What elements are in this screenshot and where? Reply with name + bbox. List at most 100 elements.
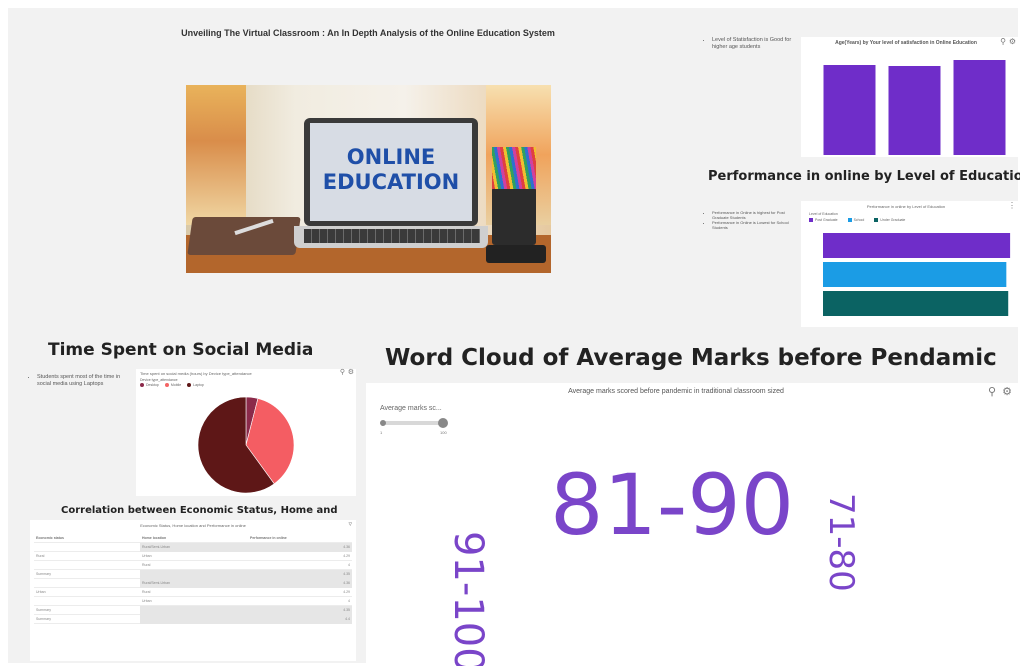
social-chart-title: Time spent on social media (hours) by De… [140, 371, 252, 376]
home-location-cell: Rural [142, 563, 151, 567]
social-legend: Desktop Mobile Laptop [140, 383, 204, 387]
performance-chart-panel: Performance in online by Level of Educat… [801, 201, 1018, 327]
performance-cell: 4.29 [343, 590, 350, 594]
satisfaction-chart-title: Age(Years) by Your level of satisfaction… [835, 40, 977, 46]
legend-item-desktop: Desktop [140, 383, 159, 387]
column-header: Performance in online [250, 536, 287, 540]
performance-insights: Performance in Online is highest for Pos… [705, 210, 801, 230]
legend-swatch-icon [140, 383, 144, 387]
gear-icon[interactable]: ⚙ [1009, 37, 1016, 46]
performance-cell: 4.35 [343, 572, 350, 576]
table-row: Summary 4.35 [34, 606, 352, 615]
home-location-cell: Rural/Semi-Urban [142, 545, 171, 549]
satisfaction-bar [953, 60, 1006, 155]
screen-text-education: EDUCATION [322, 170, 460, 194]
table-row: Rural/Semi-Urban 4.36 [34, 543, 352, 552]
performance-heading: Performance in online by Level of Educat… [708, 169, 1020, 184]
satisfaction-bar [823, 65, 876, 155]
home-location-cell: Urban [142, 599, 152, 603]
economic-status-cell: Summary [36, 572, 51, 576]
social-legend-title: Device type_attendance [140, 378, 178, 382]
table-row: Rural/Semi-Urban 4.36 [34, 579, 352, 588]
satisfaction-chart-panel: Age(Years) by Your level of satisfaction… [801, 37, 1018, 157]
pin-icon[interactable]: ⚲ [340, 368, 345, 376]
table-header-row: Economic status Home location Performanc… [34, 534, 352, 543]
economic-table-title: Economic Status, Home location and Perfo… [140, 523, 246, 528]
social-media-insights: Students spent most of the time in socia… [30, 374, 126, 388]
wordcloud-chart-title: Average marks scored before pandemic in … [568, 388, 784, 395]
performance-chart-title: Performance in online by Level of Educat… [866, 204, 946, 209]
table-row: Summary 4.35 [34, 570, 352, 579]
economic-status-cell: Summary [36, 617, 51, 621]
column-header: Home location [142, 536, 167, 540]
screen-text-online: ONLINE [346, 145, 436, 169]
performance-cell: 4.36 [343, 545, 350, 549]
legend-item-laptop: Laptop [187, 383, 204, 387]
marks-range-slider[interactable] [380, 418, 448, 428]
home-location-cell: Rural/Semi-Urban [142, 581, 171, 585]
performance-cell: 4.4 [345, 617, 350, 621]
social-media-chart-panel: Time spent on social media (hours) by De… [136, 369, 356, 496]
table-row: Rural 4 [34, 561, 352, 570]
economic-heading: Correlation between Economic Status, Hom… [61, 505, 338, 516]
gear-icon[interactable]: ⚙ [348, 368, 354, 376]
satisfaction-bar [888, 66, 941, 155]
legend-item-mobile: Mobile [164, 383, 181, 387]
group-shade [140, 606, 352, 615]
legend-swatch-icon [164, 383, 169, 387]
satisfaction-bullet: Level of Statisfaction is Good for highe… [712, 37, 795, 51]
group-shade [140, 543, 352, 552]
performance-legend-title: Level of Education [809, 212, 838, 216]
word-91-100[interactable]: 91-100 [440, 531, 491, 666]
more-options-icon[interactable]: ⋮ [1008, 201, 1016, 210]
slider-min-handle[interactable] [380, 420, 386, 426]
satisfaction-insights: Level of Statisfaction is Good for highe… [705, 37, 795, 51]
legend-swatch-icon [187, 383, 192, 387]
slider-track [382, 421, 444, 425]
legend-swatch-icon [874, 218, 879, 222]
economic-status-cell: Rural [36, 554, 45, 558]
performance-bar [823, 233, 1011, 258]
table-row: Urban 4 [34, 597, 352, 606]
pin-icon[interactable]: ⚲ [1000, 37, 1006, 46]
performance-cell: 4.35 [343, 608, 350, 612]
performance-bar-chart [823, 233, 1011, 316]
table-body: Rural/Semi-Urban 4.36 Rural Urban 4.29 Rural 4… [34, 543, 352, 624]
legend-item-under-graduate: Under Graduate [874, 218, 905, 222]
social-media-heading: Time Spent on Social Media [48, 340, 314, 360]
online-education-image: ONLINE EDUCATION [186, 85, 551, 273]
legend-swatch-icon [847, 218, 852, 222]
slider-min-value: 1 [380, 430, 383, 435]
performance-cell: 4 [348, 599, 350, 603]
word-71-80[interactable]: 71-80 [818, 493, 861, 613]
slider-label: Average marks sc... [380, 405, 442, 412]
table-row: Rural Urban 4.29 [34, 552, 352, 561]
performance-cell: 4 [348, 563, 350, 567]
performance-bar [823, 262, 1007, 287]
performance-cell: 4.36 [343, 581, 350, 585]
social-media-bullet: Students spent most of the time in socia… [37, 374, 126, 388]
performance-bullet-lowest: Performance in Online is Lowest for Scho… [712, 220, 801, 230]
group-shade [140, 615, 352, 624]
social-pie-chart [197, 396, 295, 494]
legend-item-school: School [847, 218, 864, 222]
dashboard-title: Unveiling The Virtual Classroom : An In … [181, 28, 555, 38]
filter-icon[interactable]: ▿ [348, 520, 352, 528]
performance-legend: Post Graduate School Under Graduate [809, 218, 905, 222]
dashboard-canvas: Unveiling The Virtual Classroom : An In … [8, 8, 1020, 666]
performance-bar [823, 291, 1009, 316]
wordcloud-heading: Word Cloud of Average Marks before Penda… [385, 345, 997, 371]
home-location-cell: Rural [142, 590, 151, 594]
performance-bullet-highest: Performance in Online is highest for Pos… [712, 210, 801, 220]
satisfaction-bar-chart [823, 60, 1006, 155]
column-header: Economic status [36, 536, 65, 540]
word-81-90[interactable]: 81-90 [550, 463, 794, 547]
gear-icon[interactable]: ⚙ [1002, 385, 1012, 398]
pin-icon[interactable]: ⚲ [988, 385, 996, 398]
slider-max-handle[interactable] [438, 418, 448, 428]
home-location-cell: Urban [142, 554, 152, 558]
economic-table: Economic status Home location Performanc… [34, 534, 352, 624]
group-shade [140, 579, 352, 588]
wordcloud-panel: Average marks scored before pandemic in … [366, 383, 1018, 666]
economic-table-panel: Economic Status, Home location and Perfo… [30, 520, 356, 661]
